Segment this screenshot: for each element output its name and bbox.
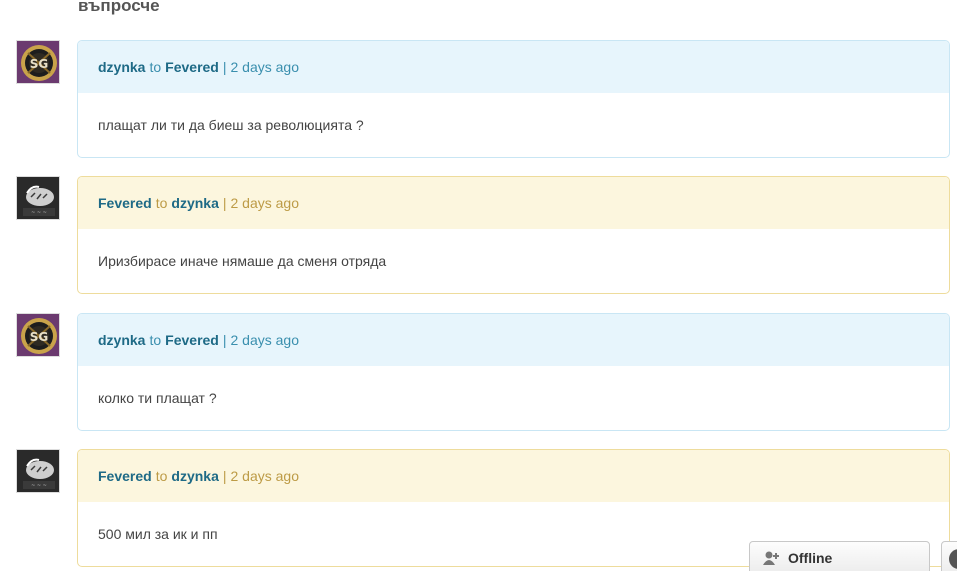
message-text: плащат ли ти да биеш за революцията ? <box>98 117 364 133</box>
to-label: to <box>155 195 168 211</box>
message-text: колко ти плащат ? <box>98 390 217 406</box>
page-title: въпросче <box>78 0 160 15</box>
message-bubble: dzynka to Fevered | 2 days ago плащат ли… <box>77 40 950 158</box>
message-header: dzynka to Fevered | 2 days ago <box>78 314 949 366</box>
svg-text:~ ~ ~: ~ ~ ~ <box>31 483 47 489</box>
recipient-link[interactable]: dzynka <box>171 467 218 485</box>
user-add-icon <box>762 550 788 566</box>
chat-indicator-icon <box>949 549 957 569</box>
sender-link[interactable]: Fevered <box>98 467 152 485</box>
separator: | <box>222 195 227 211</box>
separator: | <box>222 468 227 484</box>
message-text: Иризбирасе иначе нямаше да сменя отряда <box>98 253 387 269</box>
conversation-page: въпросче SG dzynka to Fevered | 2 days a… <box>0 0 957 571</box>
recipient-link[interactable]: Fevered <box>165 58 219 76</box>
svg-text:SG: SG <box>30 57 49 71</box>
sg-emblem-avatar[interactable]: SG <box>16 40 60 84</box>
timestamp: 2 days ago <box>230 332 300 348</box>
sender-link[interactable]: dzynka <box>98 58 145 76</box>
message-bubble: Fevered to dzynka | 2 days ago Иризбирас… <box>77 176 950 294</box>
timestamp: 2 days ago <box>230 195 300 211</box>
timestamp: 2 days ago <box>230 468 300 484</box>
timestamp: 2 days ago <box>230 59 300 75</box>
message-bubble: dzynka to Fevered | 2 days ago колко ти … <box>77 313 950 431</box>
sg-emblem-avatar[interactable]: SG <box>16 313 60 357</box>
chat-status-label: Offline <box>788 550 833 566</box>
recipient-link[interactable]: dzynka <box>171 194 218 212</box>
to-label: to <box>149 59 162 75</box>
separator: | <box>222 59 227 75</box>
message-header: Fevered to dzynka | 2 days ago <box>78 450 949 502</box>
message-header: dzynka to Fevered | 2 days ago <box>78 41 949 93</box>
sender-link[interactable]: Fevered <box>98 194 152 212</box>
recipient-link[interactable]: Fevered <box>165 331 219 349</box>
svg-text:SG: SG <box>30 330 49 344</box>
to-label: to <box>149 332 162 348</box>
to-label: to <box>155 468 168 484</box>
chat-status-bar[interactable]: Offline <box>749 541 930 571</box>
message-header: Fevered to dzynka | 2 days ago <box>78 177 949 229</box>
svg-text:~ ~ ~: ~ ~ ~ <box>31 210 47 216</box>
sender-link[interactable]: dzynka <box>98 331 145 349</box>
tiger-avatar[interactable]: ~ ~ ~ <box>16 176 60 220</box>
separator: | <box>222 332 227 348</box>
chat-extra-button[interactable] <box>941 541 957 571</box>
tiger-avatar[interactable]: ~ ~ ~ <box>16 449 60 493</box>
